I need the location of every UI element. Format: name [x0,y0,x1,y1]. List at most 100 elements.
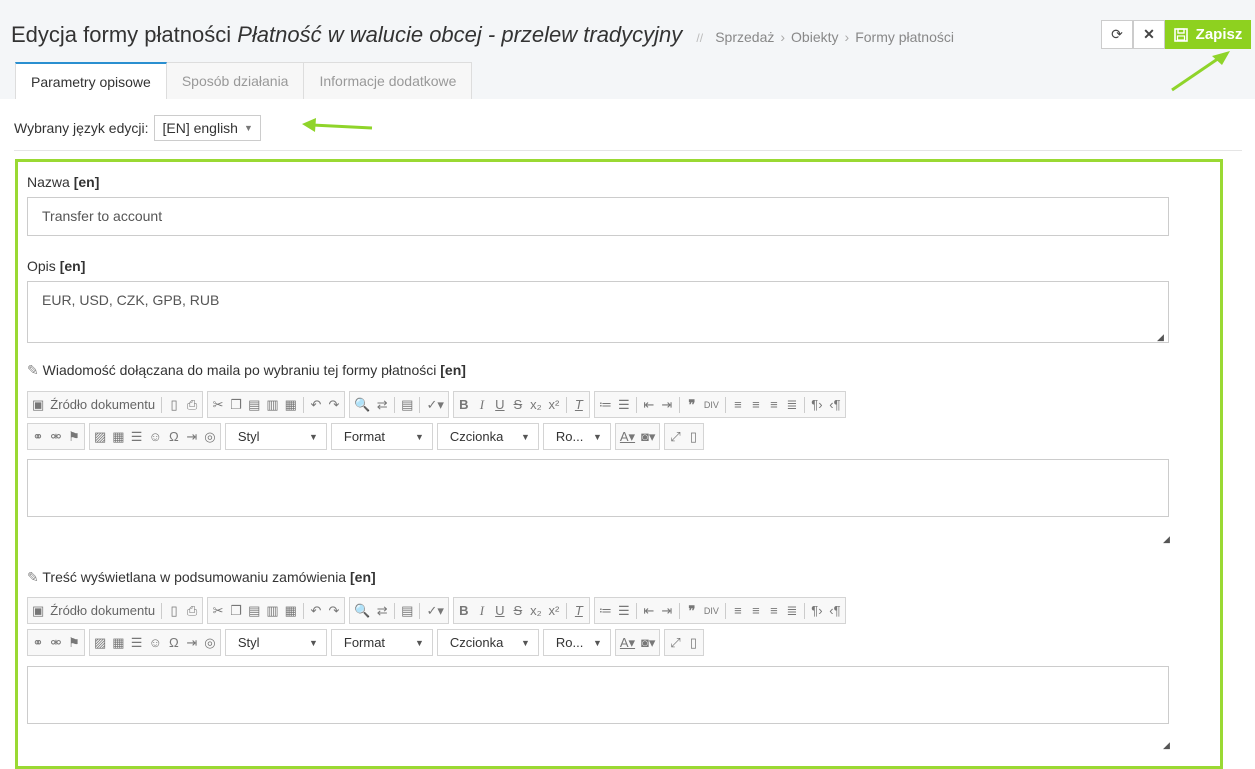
redo-icon[interactable]: ↷ [328,603,340,619]
subscript-icon[interactable]: x₂ [530,397,542,412]
iframe-icon[interactable]: ◎ [204,635,216,651]
order-summary-content[interactable] [27,666,1169,724]
tab-sposob-dzialania[interactable]: Sposób działania [166,62,305,99]
show-blocks-icon[interactable]: ▯ [687,635,699,651]
indent-icon[interactable]: ⇥ [661,397,673,413]
italic-icon[interactable]: I [476,603,488,619]
undo-icon[interactable]: ↶ [310,397,322,413]
div-container-icon[interactable]: DIV [704,400,719,410]
replace-icon[interactable]: ⇄ [376,603,388,619]
copy-icon[interactable]: ❐ [230,603,242,619]
align-center-icon[interactable]: ≡ [750,603,762,618]
resize-handle-icon[interactable]: ◢ [1157,332,1164,343]
background-color-icon[interactable]: ◙▾ [641,635,655,651]
format-dropdown[interactable]: Format ▼ [330,423,433,450]
paste-icon[interactable]: ▤ [248,397,260,413]
page-break-icon[interactable]: ⇥ [186,635,198,651]
find-icon[interactable]: 🔍 [354,397,370,413]
paste-icon[interactable]: ▤ [248,603,260,619]
link-icon[interactable]: ⚭ [32,429,44,445]
select-all-icon[interactable]: ▤ [401,603,413,619]
background-color-icon[interactable]: ◙▾ [641,429,655,445]
blockquote-icon[interactable]: ❞ [686,397,698,413]
new-page-icon[interactable]: ▯ [168,603,180,619]
tab-parametry-opisowe[interactable]: Parametry opisowe [15,62,167,99]
outdent-icon[interactable]: ⇤ [643,603,655,619]
close-button[interactable]: ✕ [1133,20,1165,49]
resize-handle-icon[interactable]: ◢ [1163,534,1170,545]
anchor-flag-icon[interactable]: ⚑ [68,429,80,445]
print-icon[interactable]: ⎙ [186,397,198,413]
select-all-icon[interactable]: ▤ [401,397,413,413]
page-break-icon[interactable]: ⇥ [186,429,198,445]
description-textarea[interactable]: EUR, USD, CZK, GPB, RUB [27,281,1169,343]
print-icon[interactable]: ⎙ [186,603,198,619]
table-icon[interactable]: ▦ [112,635,124,651]
style-dropdown[interactable]: Styl ▼ [224,629,327,656]
size-dropdown[interactable]: Ro... ▼ [542,423,611,450]
remove-format-icon[interactable]: T [573,397,585,412]
refresh-button[interactable]: ⟳ [1101,20,1133,49]
mail-message-content[interactable] [27,459,1169,517]
source-icon[interactable]: ▣ [32,397,44,413]
align-right-icon[interactable]: ≡ [768,397,780,412]
breadcrumb-item-obiekty[interactable]: Obiekty [791,29,838,45]
maximize-icon[interactable]: ⤢ [669,635,681,651]
paste-word-icon[interactable]: ▦ [285,397,297,413]
numbered-list-icon[interactable]: ≔ [599,603,612,619]
spellcheck-icon[interactable]: ✓▾ [426,397,443,413]
align-left-icon[interactable]: ≡ [732,397,744,412]
source-button[interactable]: Źródło dokumentu [50,397,155,412]
div-container-icon[interactable]: DIV [704,606,719,616]
copy-icon[interactable]: ❐ [230,397,242,413]
text-color-icon[interactable]: A▾ [620,429,635,445]
underline-icon[interactable]: U [494,603,506,618]
table-icon[interactable]: ▦ [112,429,124,445]
italic-icon[interactable]: I [476,397,488,413]
font-dropdown[interactable]: Czcionka ▼ [436,423,539,450]
smiley-icon[interactable]: ☺ [149,429,162,444]
spellcheck-icon[interactable]: ✓▾ [426,603,443,619]
paste-text-icon[interactable]: ▥ [266,603,278,619]
iframe-icon[interactable]: ◎ [204,429,216,445]
ltr-icon[interactable]: ¶› [811,397,823,412]
text-color-icon[interactable]: A▾ [620,635,635,651]
image-icon[interactable]: ▨ [94,429,106,445]
link-icon[interactable]: ⚭ [32,635,44,651]
special-char-icon[interactable]: Ω [168,429,180,444]
anchor-flag-icon[interactable]: ⚑ [68,635,80,651]
remove-format-icon[interactable]: T [573,603,585,618]
cut-icon[interactable]: ✂ [212,603,224,619]
indent-icon[interactable]: ⇥ [661,603,673,619]
find-icon[interactable]: 🔍 [354,603,370,619]
underline-icon[interactable]: U [494,397,506,412]
superscript-icon[interactable]: x² [548,603,560,618]
tab-informacje-dodatkowe[interactable]: Informacje dodatkowe [304,62,473,99]
strikethrough-icon[interactable]: S [512,397,524,412]
save-button[interactable]: Zapisz [1165,20,1251,49]
horizontal-line-icon[interactable]: ☰ [131,429,143,445]
bulleted-list-icon[interactable]: ☰ [618,397,630,413]
unlink-icon[interactable]: ⚮ [50,429,62,445]
bold-icon[interactable]: B [458,397,470,412]
rtl-icon[interactable]: ‹¶ [829,603,841,618]
blockquote-icon[interactable]: ❞ [686,603,698,619]
show-blocks-icon[interactable]: ▯ [687,429,699,445]
subscript-icon[interactable]: x₂ [530,603,542,618]
name-input[interactable]: Transfer to account [27,197,1169,236]
font-dropdown[interactable]: Czcionka ▼ [436,629,539,656]
ltr-icon[interactable]: ¶› [811,603,823,618]
align-right-icon[interactable]: ≡ [768,603,780,618]
paste-text-icon[interactable]: ▥ [266,397,278,413]
bold-icon[interactable]: B [458,603,470,618]
align-center-icon[interactable]: ≡ [750,397,762,412]
paste-word-icon[interactable]: ▦ [285,603,297,619]
numbered-list-icon[interactable]: ≔ [599,397,612,413]
maximize-icon[interactable]: ⤢ [669,429,681,445]
resize-handle-icon[interactable]: ◢ [1163,740,1170,751]
size-dropdown[interactable]: Ro... ▼ [542,629,611,656]
breadcrumb-item-sprzedaz[interactable]: Sprzedaż [715,29,774,45]
unlink-icon[interactable]: ⚮ [50,635,62,651]
align-left-icon[interactable]: ≡ [732,603,744,618]
source-button[interactable]: Źródło dokumentu [50,603,155,618]
